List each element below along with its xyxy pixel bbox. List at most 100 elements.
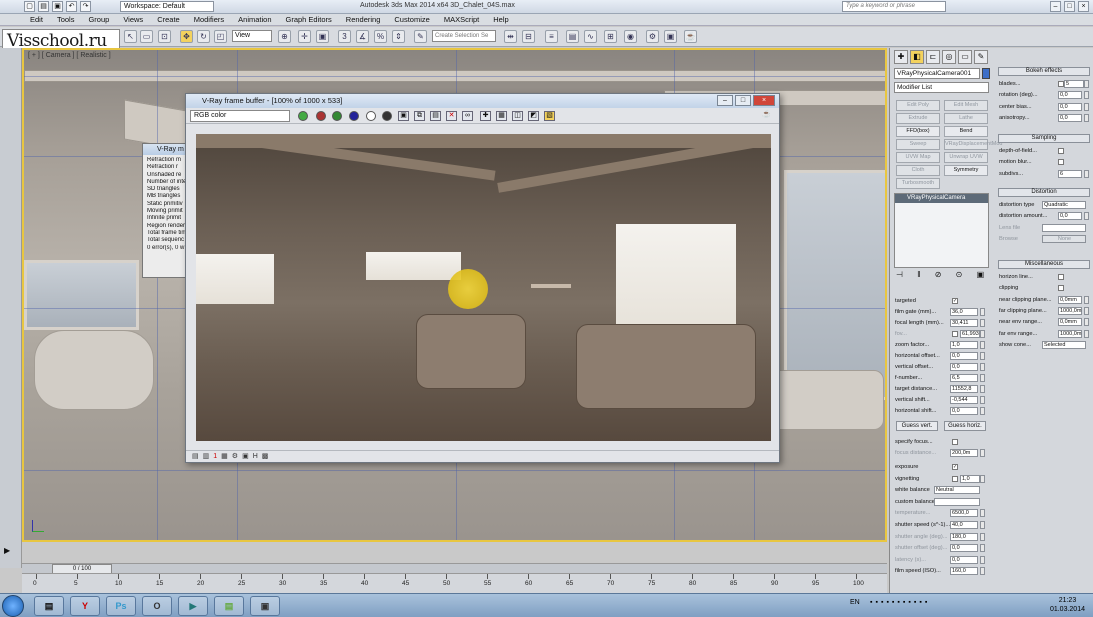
edit-named-selection-icon[interactable]: ✎ xyxy=(414,30,427,43)
param-spinner-field[interactable]: 5 xyxy=(1064,80,1084,88)
material-editor-icon[interactable]: ◉ xyxy=(624,30,637,43)
rendered-frame-window-icon[interactable]: ▣ xyxy=(664,30,677,43)
spinner-arrows-icon[interactable] xyxy=(980,308,985,316)
reference-coord-select[interactable]: View xyxy=(232,30,272,42)
tray-icons[interactable]: ▪▪▪▪▪▪▪▪▪▪▪ xyxy=(870,599,930,606)
menu-maxscript[interactable]: MAXScript xyxy=(444,14,479,25)
track-mouse-icon[interactable]: ✚ xyxy=(480,111,491,121)
object-color-swatch[interactable] xyxy=(982,68,990,79)
param-spinner-field[interactable]: 1,0 xyxy=(950,341,978,349)
spinner-arrows-icon[interactable] xyxy=(980,567,985,576)
vfb-title-bar[interactable]: V-Ray frame buffer - [100% of 1000 x 533… xyxy=(186,94,779,108)
new-icon[interactable]: ▢ xyxy=(24,1,35,12)
spinner-arrows-icon[interactable] xyxy=(1084,113,1089,122)
region-render-icon[interactable]: ▦ xyxy=(496,111,507,121)
param-checkbox[interactable] xyxy=(1058,148,1064,154)
param-spinner-field[interactable]: 0,0 xyxy=(1058,91,1082,100)
vfb-close-icon[interactable]: × xyxy=(753,95,775,106)
align-icon[interactable]: ⊟ xyxy=(522,30,535,43)
taskbar-opera-icon[interactable]: O xyxy=(142,596,172,616)
mirror-icon[interactable]: ⇹ xyxy=(504,30,517,43)
spinner-arrows-icon[interactable] xyxy=(1084,318,1089,327)
ribbon-icon[interactable]: ▤ xyxy=(566,30,579,43)
spinner-arrows-icon[interactable] xyxy=(1084,169,1089,178)
modifier-button[interactable]: VRayDisplacementMod xyxy=(944,139,1002,150)
maximize-icon[interactable]: □ xyxy=(1064,1,1075,12)
param-button[interactable]: None xyxy=(1042,234,1086,243)
spinner-arrows-icon[interactable] xyxy=(980,521,985,529)
spinner-arrows-icon[interactable] xyxy=(980,374,985,382)
modifier-button[interactable]: Edit Mesh xyxy=(944,100,988,111)
taskbar-3dsmax-icon[interactable]: ▶ xyxy=(178,596,208,616)
modifier-button[interactable]: Sweep xyxy=(896,139,940,150)
render-teapot-icon[interactable]: ☕ xyxy=(761,111,772,121)
vfb-minimize-icon[interactable]: – xyxy=(717,95,733,106)
menu-animation[interactable]: Animation xyxy=(238,14,271,25)
modifier-button[interactable]: Extrude xyxy=(896,113,940,124)
vfb-bottom-icon[interactable]: H xyxy=(253,451,258,462)
display-tab-icon[interactable]: ▭ xyxy=(958,50,972,64)
menu-help[interactable]: Help xyxy=(493,14,508,25)
modify-tab-icon[interactable]: ◧ xyxy=(910,50,924,64)
render-production-icon[interactable]: ☕ xyxy=(684,30,697,43)
named-selection-set[interactable]: Create Selection Se xyxy=(432,30,496,42)
param-checkbox[interactable] xyxy=(1058,159,1064,166)
snaps-icon[interactable]: 3 xyxy=(338,30,351,43)
modifier-button[interactable]: Bend xyxy=(944,126,988,137)
blue-channel-icon[interactable] xyxy=(349,111,359,121)
param-spinner-field[interactable]: 0,0 xyxy=(1058,113,1082,122)
clock[interactable]: 21:23 01.03.2014 xyxy=(1050,596,1085,614)
utilities-tab-icon[interactable]: ✎ xyxy=(974,50,988,64)
duplicate-icon[interactable]: ∞ xyxy=(462,111,473,121)
color-correct-icon[interactable]: ◩ xyxy=(528,111,539,121)
menu-group[interactable]: Group xyxy=(88,14,109,25)
spinner-arrows-icon[interactable] xyxy=(980,407,985,415)
redo-icon[interactable]: ↷ xyxy=(80,1,91,12)
start-button-icon[interactable] xyxy=(2,595,24,617)
param-spinner-field[interactable]: 160,0 xyxy=(950,567,978,576)
param-checkbox[interactable] xyxy=(952,475,958,482)
modifier-list-select[interactable]: Modifier List xyxy=(894,82,989,93)
modifier-button[interactable]: UVW Map xyxy=(896,152,940,163)
modifier-stack[interactable]: VRayPhysicalCamera xyxy=(894,193,989,268)
param-color-swatch[interactable] xyxy=(934,497,980,506)
select-icon[interactable]: ↖ xyxy=(124,30,137,43)
stack-controls[interactable]: ⊣ ‖ ⊘ ⊙ ▣ xyxy=(896,270,990,279)
vfb-bottom-icon[interactable]: ▦ xyxy=(221,451,228,462)
rotate-icon[interactable]: ↻ xyxy=(197,30,210,43)
scale-icon[interactable]: ◰ xyxy=(214,30,227,43)
rendered-image[interactable] xyxy=(196,134,771,441)
keyboard-shortcut-icon[interactable]: ▣ xyxy=(316,30,329,43)
progress-title[interactable]: V-Ray m xyxy=(143,144,191,155)
taskbar-photoshop-icon[interactable]: Ps xyxy=(106,596,136,616)
param-spinner-field[interactable]: 0,0 xyxy=(950,544,978,553)
param-dropdown[interactable]: Selected xyxy=(1042,340,1086,349)
vfb-bottom-icon[interactable]: ▩ xyxy=(262,451,269,462)
motion-tab-icon[interactable]: ◎ xyxy=(942,50,956,64)
spinner-arrows-icon[interactable] xyxy=(980,509,985,518)
param-spinner-field[interactable]: 11552,8 xyxy=(950,385,978,393)
spinner-arrows-icon[interactable] xyxy=(980,363,985,371)
spinner-arrows-icon[interactable] xyxy=(1084,306,1089,315)
spinner-arrows-icon[interactable] xyxy=(980,385,985,393)
param-checkbox[interactable] xyxy=(1058,274,1064,280)
language-indicator[interactable]: EN xyxy=(850,599,860,606)
taskbar-notes-icon[interactable]: ▤ xyxy=(214,596,244,616)
vfb-bottom-icon[interactable]: ▣ xyxy=(242,451,249,462)
vfb-bottom-icon[interactable]: ⚙ xyxy=(232,451,238,462)
param-spinner-field[interactable]: 30,411 xyxy=(950,319,978,327)
stack-item[interactable]: VRayPhysicalCamera xyxy=(895,194,988,203)
param-checkbox[interactable] xyxy=(952,331,958,337)
param-spinner-field[interactable]: 0,0mm xyxy=(1058,295,1082,304)
spinner-arrows-icon[interactable] xyxy=(980,544,985,553)
alpha-channel-icon[interactable] xyxy=(366,111,376,121)
curve-editor-icon[interactable]: ∿ xyxy=(584,30,597,43)
spinner-arrows-icon[interactable] xyxy=(980,555,985,564)
param-spinner-field[interactable]: 6 xyxy=(1058,169,1082,178)
rollout-header[interactable]: Distortion xyxy=(998,188,1090,197)
spinner-arrows-icon[interactable] xyxy=(1084,102,1089,111)
minimize-icon[interactable]: – xyxy=(1050,1,1061,12)
modifier-button[interactable]: Symmetry xyxy=(944,165,988,176)
rgb-channel-icon[interactable] xyxy=(298,111,308,121)
spinner-arrows-icon[interactable] xyxy=(980,352,985,360)
